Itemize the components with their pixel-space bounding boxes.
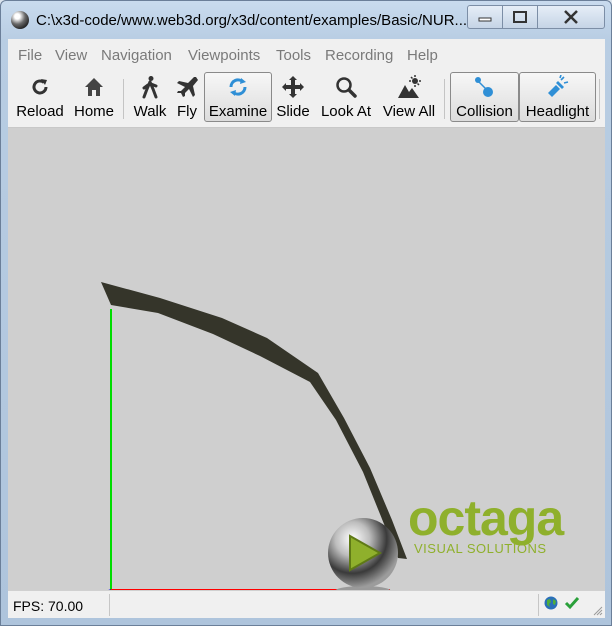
- app-icon[interactable]: [11, 11, 29, 29]
- maximize-icon: [513, 11, 527, 23]
- home-label: Home: [73, 103, 114, 120]
- examine-label: Examine: [208, 103, 268, 120]
- menu-tools[interactable]: Tools: [276, 47, 311, 64]
- resize-grip-icon[interactable]: [593, 606, 603, 616]
- menu-view[interactable]: View: [55, 47, 87, 64]
- maximize-button[interactable]: [502, 5, 538, 29]
- logo-tagline: VISUAL SOLUTIONS: [414, 541, 547, 556]
- look-at-button[interactable]: Look At: [318, 73, 374, 121]
- application-window: C:\x3d-code/www.web3d.org/x3d/content/ex…: [0, 0, 612, 626]
- fly-label: Fly: [177, 103, 197, 120]
- view-all-button[interactable]: View All: [380, 73, 438, 121]
- slide-label: Slide: [276, 103, 310, 120]
- toolbar-separator: [123, 79, 124, 119]
- slide-button[interactable]: Slide: [274, 73, 312, 121]
- reload-label: Reload: [16, 103, 64, 120]
- mountain-sun-icon: [398, 75, 421, 98]
- globe-icon[interactable]: [544, 596, 558, 610]
- walk-button[interactable]: Walk: [130, 73, 170, 121]
- nurbs-curve-shape: [101, 282, 407, 559]
- close-button[interactable]: [537, 5, 605, 29]
- walk-icon: [142, 76, 158, 99]
- client-area: File View Navigation Viewpoints Tools Re…: [8, 39, 605, 618]
- fly-button[interactable]: Fly: [172, 73, 202, 121]
- menu-help[interactable]: Help: [407, 47, 438, 64]
- minimize-icon: [478, 17, 492, 22]
- airplane-icon: [177, 77, 198, 97]
- checkmark-icon[interactable]: [564, 596, 580, 610]
- examine-button[interactable]: Examine: [204, 72, 272, 122]
- toolbar-separator: [444, 79, 445, 119]
- 3d-viewport[interactable]: octaga VISUAL SOLUTIONS: [8, 128, 605, 590]
- fps-readout: FPS: 70.00: [13, 598, 84, 614]
- close-icon: [564, 10, 578, 24]
- window-title: C:\x3d-code/www.web3d.org/x3d/content/ex…: [36, 12, 466, 29]
- toolbar: Reload Home Walk Fly Examine Slide Look …: [8, 71, 605, 128]
- look-at-label: Look At: [320, 103, 372, 120]
- collision-label: Collision: [456, 103, 513, 120]
- menu-bar: File View Navigation Viewpoints Tools Re…: [8, 39, 605, 71]
- menu-navigation[interactable]: Navigation: [101, 47, 172, 64]
- title-bar[interactable]: C:\x3d-code/www.web3d.org/x3d/content/ex…: [1, 1, 611, 39]
- magnifier-icon: [336, 77, 357, 98]
- headlight-button[interactable]: Headlight: [519, 72, 596, 122]
- walk-label: Walk: [133, 103, 167, 120]
- headlight-label: Headlight: [525, 103, 590, 120]
- minimize-button[interactable]: [467, 5, 503, 29]
- rotate-icon: [229, 78, 247, 96]
- view-all-label: View All: [382, 103, 436, 120]
- home-icon: [85, 78, 103, 96]
- status-separator: [109, 594, 110, 616]
- reload-icon: [32, 79, 48, 95]
- status-separator: [538, 594, 539, 616]
- move-arrows-icon: [282, 76, 304, 98]
- flashlight-icon: [547, 75, 568, 97]
- menu-viewpoints[interactable]: Viewpoints: [188, 47, 260, 64]
- toolbar-separator: [599, 79, 600, 119]
- logo-wordmark: octaga: [408, 490, 564, 546]
- collision-icon: [474, 77, 493, 97]
- status-bar: FPS: 70.00: [8, 590, 605, 618]
- menu-recording[interactable]: Recording: [325, 47, 393, 64]
- octaga-logo: octaga VISUAL SOLUTIONS: [408, 490, 564, 556]
- collision-button[interactable]: Collision: [450, 72, 519, 122]
- home-button[interactable]: Home: [71, 73, 117, 121]
- reload-button[interactable]: Reload: [14, 73, 66, 121]
- menu-file[interactable]: File: [18, 47, 42, 64]
